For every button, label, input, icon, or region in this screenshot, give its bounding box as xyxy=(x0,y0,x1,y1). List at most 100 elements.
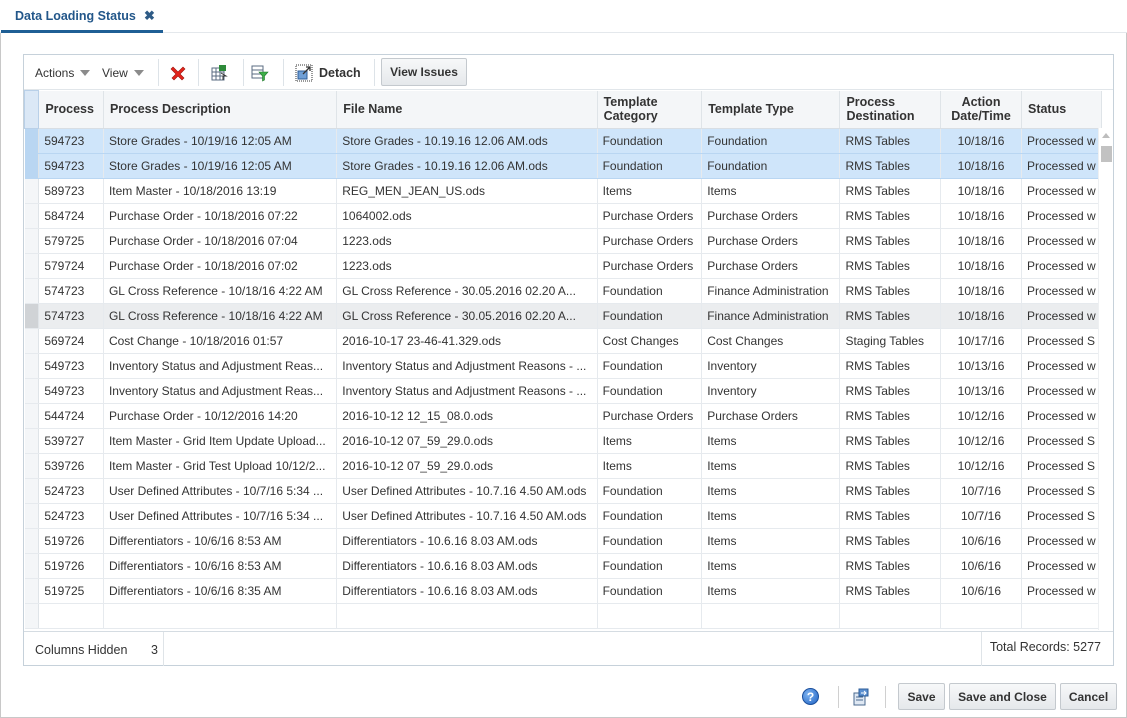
view-menu[interactable]: View xyxy=(102,55,144,90)
scroll-up-icon[interactable] xyxy=(1102,133,1110,138)
table-cell: RMS Tables xyxy=(839,478,942,504)
table-cell: 549723 xyxy=(38,353,104,379)
table-row[interactable]: 589723 Item Master - 10/18/2016 13:19 REG_… xyxy=(24,178,1113,204)
table-row[interactable]: 549723 Inventory Status and Adjustment Re… xyxy=(24,353,1113,379)
table-row[interactable]: 549723 Inventory Status and Adjustment Re… xyxy=(24,378,1113,404)
row-header[interactable] xyxy=(24,403,40,429)
table-cell: RMS Tables xyxy=(839,528,942,554)
tab-title: Data Loading Status xyxy=(15,9,136,23)
table-cell: Differentiators - 10/6/16 8:53 AM xyxy=(103,553,338,579)
table-row[interactable]: 544724 Purchase Order - 10/12/2016 14:20 2… xyxy=(24,403,1113,429)
table-row[interactable]: 519726 Differentiators - 10/6/16 8:53 AM D… xyxy=(24,528,1113,554)
column-header[interactable]: File Name xyxy=(336,90,598,129)
row-header[interactable] xyxy=(24,378,40,404)
table-cell: 589723 xyxy=(38,178,104,204)
table-cell: 579724 xyxy=(38,253,104,279)
table-cell: Processed w xyxy=(1021,228,1103,254)
column-header[interactable]: Template Type xyxy=(701,90,841,129)
table-cell: RMS Tables xyxy=(839,203,942,229)
table-cell: 10/18/16 xyxy=(940,178,1022,204)
row-header[interactable] xyxy=(24,328,40,354)
table-row[interactable]: 594723 Store Grades - 10/19/16 12:05 AM St… xyxy=(24,128,1113,154)
cancel-button[interactable]: Cancel xyxy=(1060,683,1117,710)
vertical-scroll-thumb[interactable] xyxy=(1101,146,1112,162)
delete-button[interactable] xyxy=(168,55,188,90)
table-row[interactable]: 594723 Store Grades - 10/19/16 12:05 AM St… xyxy=(24,153,1113,179)
export-to-excel-button[interactable] xyxy=(209,55,229,90)
detach-icon xyxy=(294,63,314,83)
row-header[interactable] xyxy=(24,303,40,329)
table-row[interactable]: 539726 Item Master - Grid Test Upload 10/… xyxy=(24,453,1113,479)
table-cell: Processed w xyxy=(1021,378,1103,404)
row-header[interactable] xyxy=(24,553,40,579)
query-by-example-button[interactable] xyxy=(250,55,270,90)
column-header[interactable]: Process Description xyxy=(103,90,338,129)
table-cell: 519726 xyxy=(38,553,104,579)
view-menu-label: View xyxy=(102,65,128,80)
row-header[interactable] xyxy=(24,503,40,529)
row-header[interactable] xyxy=(24,153,40,179)
row-header[interactable] xyxy=(24,353,40,379)
detach-button[interactable]: Detach xyxy=(294,55,361,90)
table-cell: Foundation xyxy=(597,303,703,329)
column-header[interactable]: Template Category xyxy=(597,90,703,129)
row-header[interactable] xyxy=(24,278,40,304)
table-row[interactable]: 574723 GL Cross Reference - 10/18/16 4:22… xyxy=(24,278,1113,304)
table-cell: RMS Tables xyxy=(839,428,942,454)
row-header-corner[interactable] xyxy=(24,90,40,129)
table-row[interactable]: 584724 Purchase Order - 10/18/2016 07:22 1… xyxy=(24,203,1113,229)
column-header[interactable]: Process xyxy=(38,90,104,129)
view-issues-button[interactable]: View Issues xyxy=(381,58,467,86)
tab-data-loading-status[interactable]: Data Loading Status ✖ xyxy=(1,0,163,33)
table-cell: Inventory xyxy=(701,378,841,404)
row-header[interactable] xyxy=(24,478,40,504)
table-cell: 10/18/16 xyxy=(940,303,1022,329)
save-button[interactable]: Save xyxy=(898,683,945,710)
row-header[interactable] xyxy=(24,428,40,454)
export-icon[interactable] xyxy=(852,688,870,706)
table-cell: 539727 xyxy=(38,428,104,454)
close-icon[interactable]: ✖ xyxy=(144,8,155,24)
save-and-close-button[interactable]: Save and Close xyxy=(949,683,1056,710)
table-row[interactable]: 569724 Cost Change - 10/18/2016 01:57 2016… xyxy=(24,328,1113,354)
table-cell xyxy=(1021,603,1103,629)
row-header[interactable] xyxy=(24,253,40,279)
row-header[interactable] xyxy=(24,228,40,254)
column-header[interactable]: Status xyxy=(1021,90,1103,129)
table-cell: Inventory Status and Adjustment Reasons … xyxy=(336,378,598,404)
columns-hidden-value[interactable]: 3 xyxy=(151,643,158,657)
table-cell: 10/7/16 xyxy=(940,503,1022,529)
table-cell: Item Master - Grid Item Update Upload... xyxy=(103,428,338,454)
table-row[interactable]: 579724 Purchase Order - 10/18/2016 07:02 1… xyxy=(24,253,1113,279)
table-header-row: Process Process Description File Name Te… xyxy=(24,90,1113,129)
actions-menu[interactable]: Actions xyxy=(35,55,91,90)
table-cell: 2016-10-17 23-46-41.329.ods xyxy=(336,328,598,354)
table-row[interactable]: 519726 Differentiators - 10/6/16 8:53 AM D… xyxy=(24,553,1113,579)
table-cell: Purchase Orders xyxy=(597,203,703,229)
help-icon[interactable]: ? xyxy=(802,688,819,705)
table-row[interactable]: 524723 User Defined Attributes - 10/7/16 … xyxy=(24,478,1113,504)
column-header[interactable]: Process Destination xyxy=(839,90,942,129)
table-row[interactable]: 574723 GL Cross Reference - 10/18/16 4:22… xyxy=(24,303,1113,329)
row-header[interactable] xyxy=(24,528,40,554)
table-cell: GL Cross Reference - 10/18/16 4:22 AM xyxy=(103,303,338,329)
table-cell: 519725 xyxy=(38,578,104,604)
table-row[interactable]: 519725 Differentiators - 10/6/16 8:35 AM D… xyxy=(24,578,1113,604)
row-header[interactable] xyxy=(24,203,40,229)
table-cell: 2016-10-12 07_59_29.0.ods xyxy=(336,453,598,479)
row-header[interactable] xyxy=(24,453,40,479)
table-row[interactable]: 539727 Item Master - Grid Item Update Upl… xyxy=(24,428,1113,454)
row-header[interactable] xyxy=(24,578,40,604)
row-header[interactable] xyxy=(24,128,40,154)
table-cell: Differentiators - 10.6.16 8.03 AM.ods xyxy=(336,528,598,554)
table-row[interactable]: 524723 User Defined Attributes - 10/7/16 … xyxy=(24,503,1113,529)
table-cell: RMS Tables xyxy=(839,403,942,429)
column-header[interactable]: Action Date/Time xyxy=(940,90,1022,129)
data-table: Process Process Description File Name Te… xyxy=(24,90,1113,629)
table-cell: 10/17/16 xyxy=(940,328,1022,354)
vertical-scrollbar[interactable] xyxy=(1098,128,1113,630)
table-cell: 10/6/16 xyxy=(940,578,1022,604)
table-row[interactable]: 579725 Purchase Order - 10/18/2016 07:04 1… xyxy=(24,228,1113,254)
row-header[interactable] xyxy=(24,178,40,204)
table-cell: GL Cross Reference - 30.05.2016 02.20 A.… xyxy=(336,303,598,329)
